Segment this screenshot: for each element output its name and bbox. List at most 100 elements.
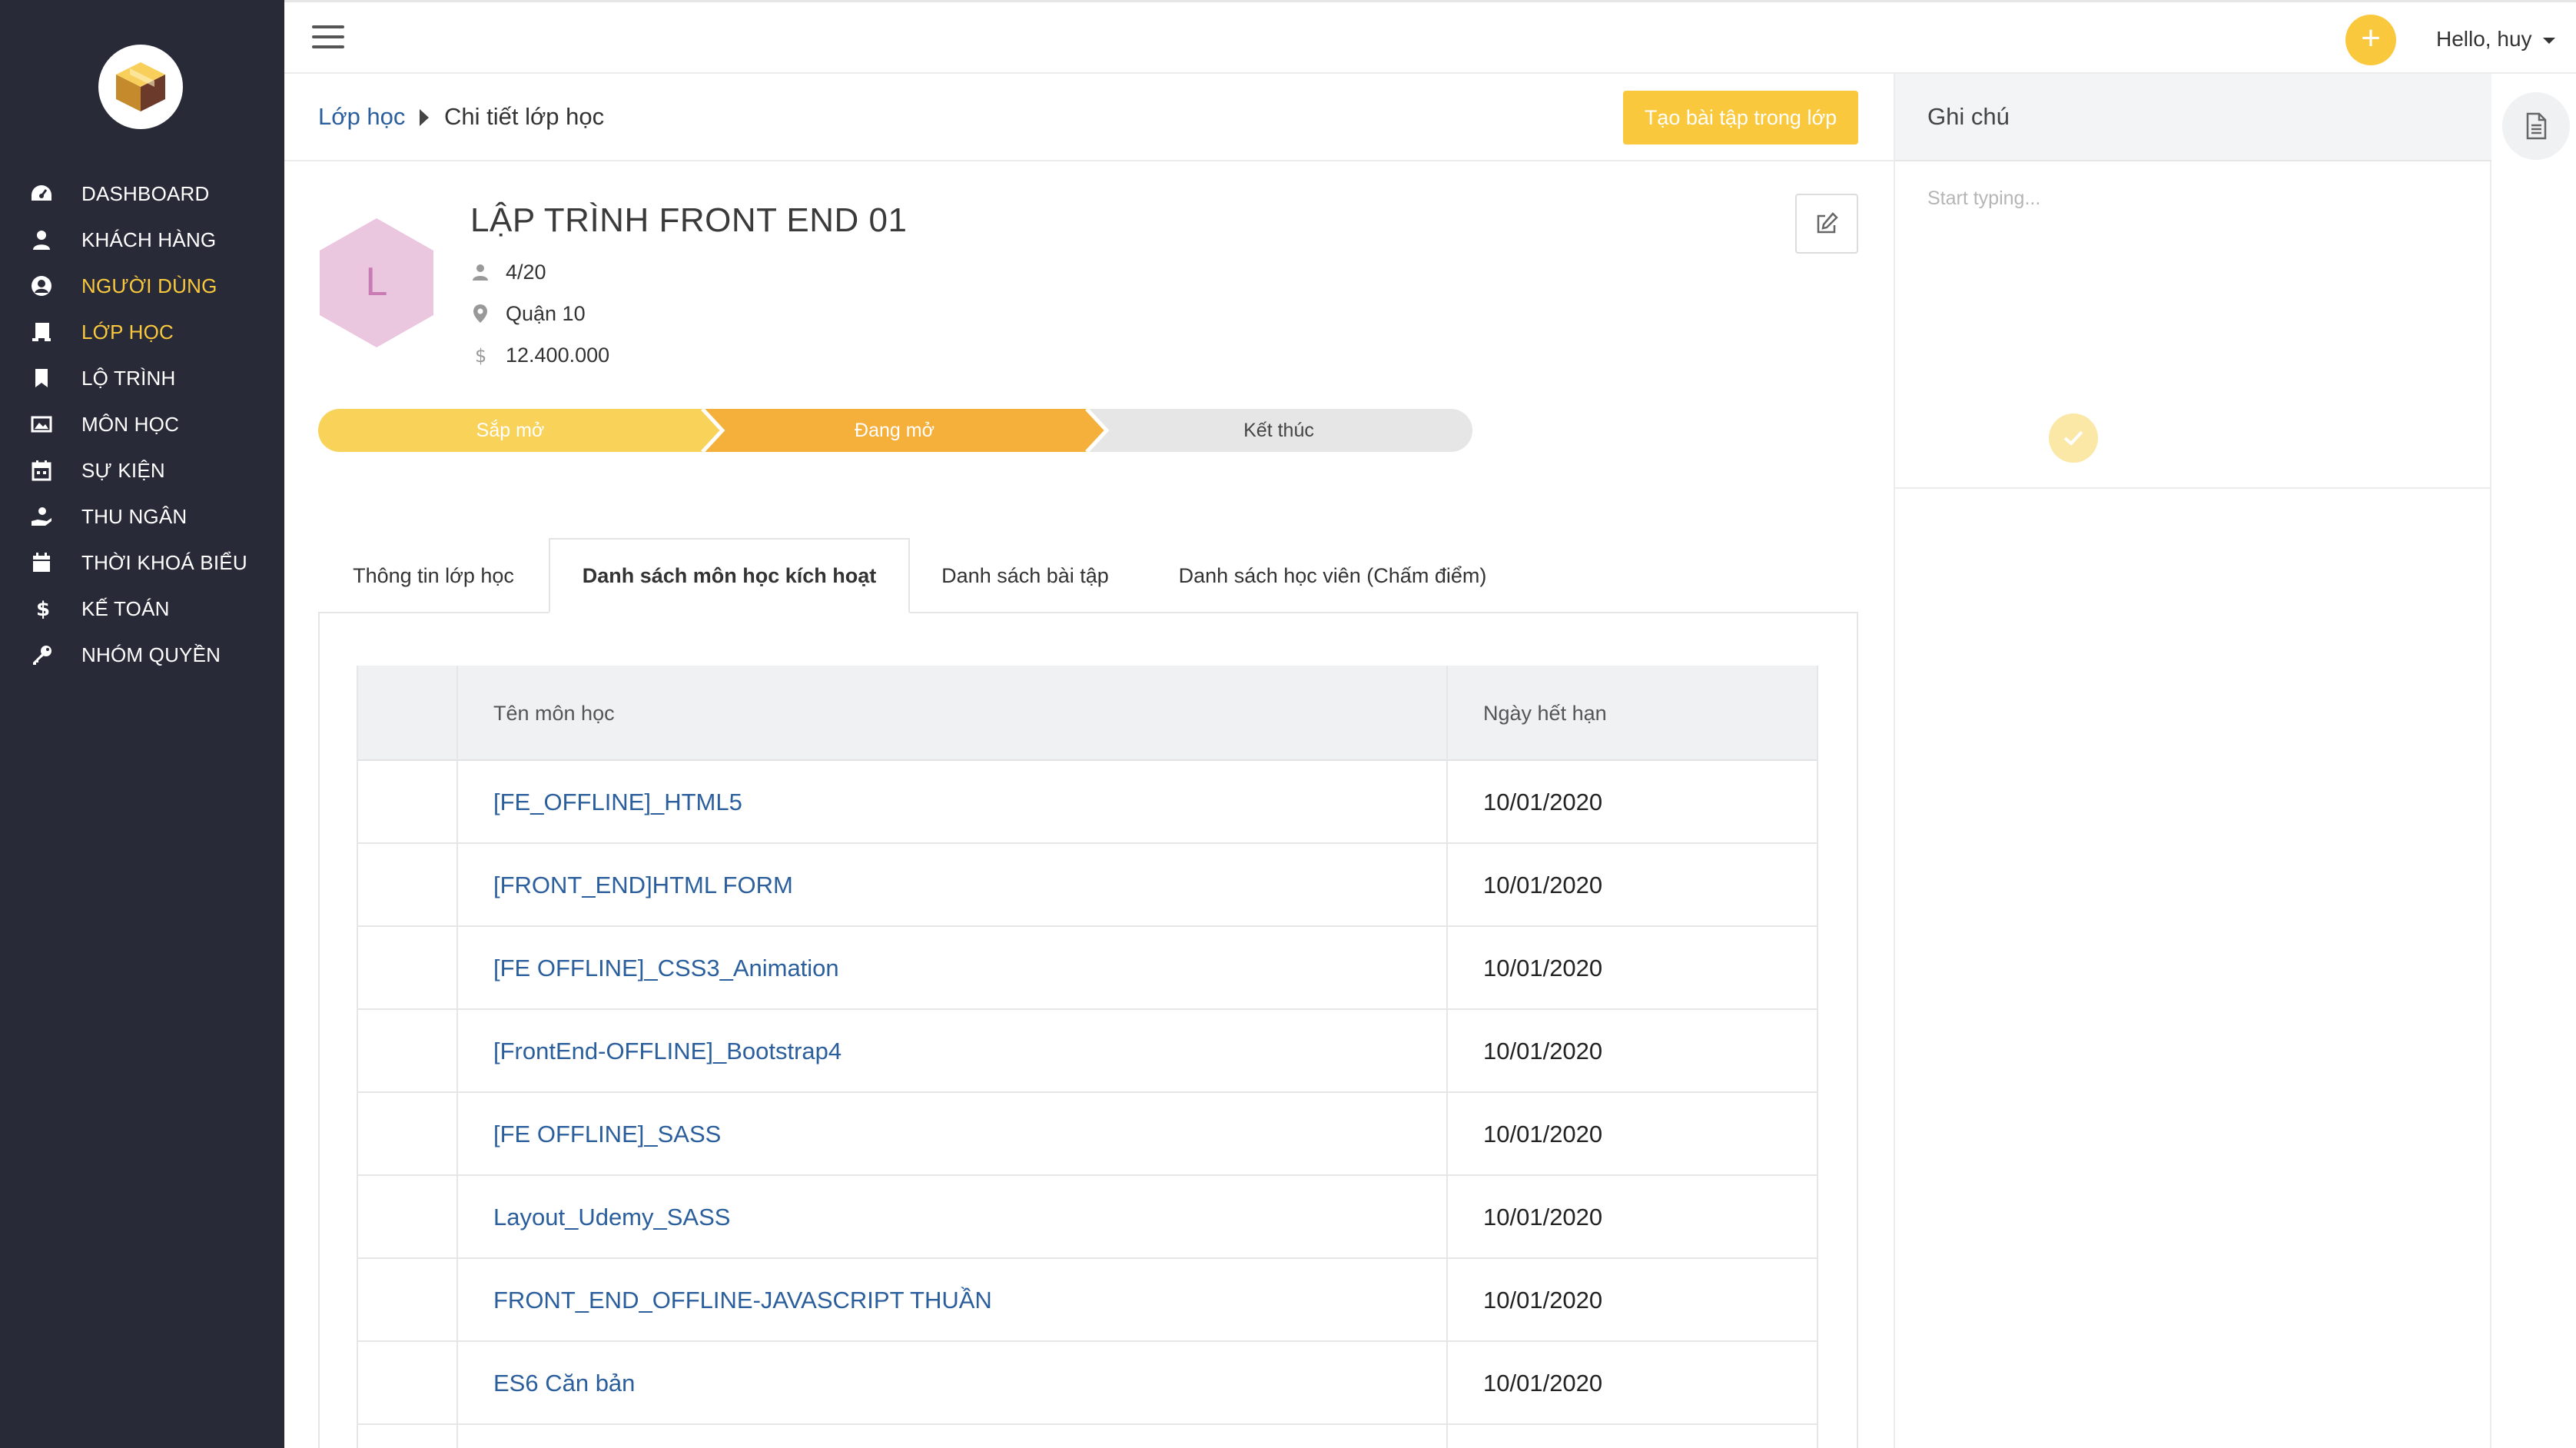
sidebar-item-ke-toan[interactable]: $ KẾ TOÁN [0,586,284,632]
calendar-full-icon [29,550,54,575]
subject-expiry: 10/01/2020 [1483,1287,1603,1313]
sidebar-item-nhom-quyen[interactable]: NHÓM QUYỀN [0,632,284,678]
sidebar-item-label: SỰ KIỆN [81,458,165,482]
dollar-icon: $ [29,596,54,621]
subject-name-link[interactable]: [FRONT_END]HTML FORM [493,844,793,927]
subject-expiry: 10/01/2020 [1483,789,1603,815]
step-ket-thuc: Kết thúc [1243,419,1314,441]
sidebar-item-lop-hoc[interactable]: LỚP HỌC [0,309,284,355]
table-column-divider [1446,666,1448,1448]
dollar-icon: $ [470,344,490,366]
breadcrumb-link-lop-hoc[interactable]: Lớp học [318,103,405,131]
table-row: [FE OFFLINE]_CSS3_Animation 10/01/2020 [357,927,1818,1010]
sidebar-item-label: DASHBOARD [81,181,210,205]
class-students-value: 4/20 [506,260,546,284]
step-dang-mo: Đang mở [855,419,934,441]
svg-text:$: $ [475,345,486,365]
sidebar-item-label: KẾ TOÁN [81,596,170,620]
tab-danh-sach-mon-hoc[interactable]: Danh sách môn học kích hoạt [549,538,910,613]
sidebar-item-label: MÔN HỌC [81,412,180,436]
table-row: [FE OFFLINE]_SASS 10/01/2020 [357,1093,1818,1176]
sidebar-item-lo-trinh[interactable]: LỘ TRÌNH [0,355,284,401]
notes-panel: Ghi chú [1894,74,2491,1448]
edit-class-button[interactable] [1795,194,1858,254]
sidebar-item-thu-ngan[interactable]: THU NGÂN [0,493,284,540]
column-header-expiry: Ngày hết hạn [1483,701,1607,725]
check-icon [2063,430,2083,446]
sidebar-item-khach-hang[interactable]: KHÁCH HÀNG [0,217,284,263]
notes-save-check-button[interactable] [2049,413,2098,463]
breadcrumb-current: Chi tiết lớp học [444,103,605,130]
sidebar-item-label: NGƯỜI DÙNG [81,274,217,297]
class-price: $ 12.400.000 [470,340,609,370]
subject-name-link[interactable]: Layout_Udemy_SASS [493,1176,730,1259]
sidebar-item-label: THU NGÂN [81,504,188,528]
dashboard-icon [29,181,54,206]
top-bar: + Hello, huy [284,0,2576,74]
class-title: LẬP TRÌNH FRONT END 01 [470,201,908,239]
sidebar: DASHBOARD KHÁCH HÀNG NGƯỜI DÙNG LỚP HỌC … [0,0,284,1448]
sidebar-item-label: KHÁCH HÀNG [81,227,217,251]
class-avatar: L [315,215,438,350]
svg-text:$: $ [36,598,49,619]
table-column-divider [456,666,458,1448]
table-row: [FE_OFFLINE]_HTML5 10/01/2020 [357,761,1818,844]
app-logo[interactable] [98,45,183,129]
table-row: FRONT_END_OFFLINE-JAVASCRIPT THUẦN 10/01… [357,1259,1818,1342]
classroom-icon [29,320,54,344]
tab-danh-sach-bai-tap[interactable]: Danh sách bài tập [910,538,1140,613]
subject-expiry: 10/01/2020 [1483,1204,1603,1230]
user-menu[interactable]: Hello, huy [2436,27,2555,51]
tabs: Thông tin lớp học Danh sách môn học kích… [318,538,1486,613]
sidebar-item-thoi-khoa-bieu[interactable]: THỜI KHOÁ BIỂU [0,540,284,586]
bookmark-icon [29,366,54,390]
create-assignment-button[interactable]: Tạo bài tập trong lớp [1623,91,1858,144]
subject-name-link[interactable]: ES6 Căn bản [493,1342,635,1425]
caret-down-icon [2542,37,2555,44]
notes-input[interactable] [1927,188,2458,341]
user-circle-icon [29,274,54,298]
user-icon [470,261,490,283]
table-row: [FRONT_END]HTML FORM 10/01/2020 [357,844,1818,927]
sidebar-item-su-kien[interactable]: SỰ KIỆN [0,447,284,493]
column-header-name: Tên môn học [493,701,615,725]
user-icon [29,227,54,252]
step-sap-mo: Sắp mở [476,419,545,441]
sidebar-item-mon-hoc[interactable]: MÔN HỌC [0,401,284,447]
sidebar-item-label: LỚP HỌC [81,320,174,344]
document-icon [2526,112,2547,140]
user-greeting: Hello, huy [2436,27,2532,51]
cash-hand-icon [29,504,54,529]
hamburger-menu-icon[interactable] [312,25,344,51]
sidebar-item-nguoi-dung[interactable]: NGƯỜI DÙNG [0,263,284,309]
tab-thong-tin-lop-hoc[interactable]: Thông tin lớp học [318,538,549,613]
sidebar-item-label: THỜI KHOÁ BIỂU [81,550,247,574]
sidebar-item-dashboard[interactable]: DASHBOARD [0,171,284,217]
subject-name-link[interactable]: [FE_OFFLINE]_HTML5 [493,761,742,844]
class-location: Quận 10 [470,298,586,329]
quick-add-button[interactable]: + [2345,15,2396,65]
sidebar-item-label: LỘ TRÌNH [81,366,176,390]
map-pin-icon [470,303,490,324]
subject-expiry: 10/01/2020 [1483,1370,1603,1397]
image-icon [29,412,54,437]
sidebar-item-label: NHÓM QUYỀN [81,643,221,666]
key-icon [29,643,54,667]
table-border-right [1817,666,1818,1448]
subject-name-link[interactable]: [FrontEnd-OFFLINE]_Bootstrap4 [493,1010,842,1093]
subject-expiry: 10/01/2020 [1483,955,1603,981]
notes-toggle-button[interactable] [2502,92,2570,160]
table-row: [FrontEnd-OFFLINE]_Bootstrap4 10/01/2020 [357,1010,1818,1093]
avatar-letter: L [366,260,388,304]
calendar-icon [29,458,54,483]
subject-expiry: 10/01/2020 [1483,1038,1603,1064]
class-status-steps: Sắp mở Đang mở Kết thúc [318,409,1472,452]
notes-divider [1895,487,2490,489]
table-row: Layout_Udemy_SASS 10/01/2020 [357,1176,1818,1259]
tab-danh-sach-hoc-vien[interactable]: Danh sách học viên (Chấm điểm) [1140,538,1525,613]
class-students: 4/20 [470,257,546,287]
breadcrumb-caret-right-icon [420,109,429,126]
subject-name-link[interactable]: FRONT_END_OFFLINE-JAVASCRIPT THUẦN [493,1259,992,1342]
subject-name-link[interactable]: [FE OFFLINE]_SASS [493,1093,721,1176]
subject-name-link[interactable]: [FE OFFLINE]_CSS3_Animation [493,927,839,1010]
